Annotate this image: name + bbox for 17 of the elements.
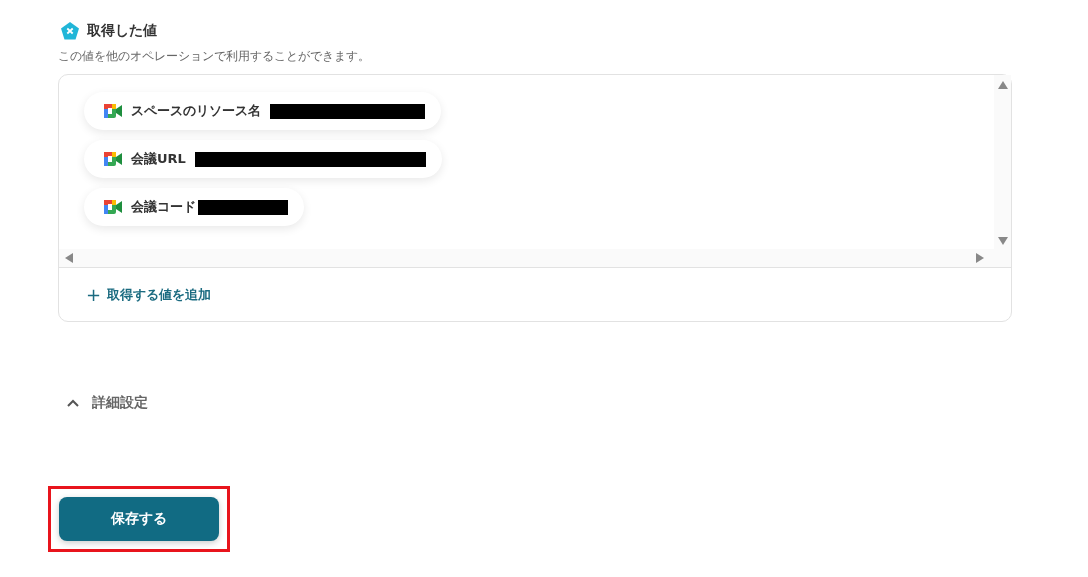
section-description: この値を他のオペレーションで利用することができます。	[58, 48, 371, 65]
scroll-left-icon	[65, 253, 73, 263]
video-call-icon	[104, 152, 122, 166]
scroll-right-icon	[976, 253, 984, 263]
value-label: 会議コード	[131, 198, 196, 216]
section-title: 取得した値	[87, 22, 157, 40]
scroll-down-icon	[997, 237, 1008, 245]
details-toggle[interactable]: 詳細設定	[66, 392, 148, 414]
video-call-icon	[104, 104, 122, 118]
scroll-up-icon	[997, 81, 1008, 89]
caret-icon	[66, 398, 80, 408]
value-label: 会議URL	[131, 150, 186, 168]
variable-icon	[60, 21, 80, 41]
add-value-link[interactable]: + 取得する値を追加	[86, 285, 212, 304]
video-call-icon	[104, 200, 122, 214]
value-label: スペースのリソース名	[131, 102, 261, 120]
save-button[interactable]: 保存する	[59, 497, 219, 541]
